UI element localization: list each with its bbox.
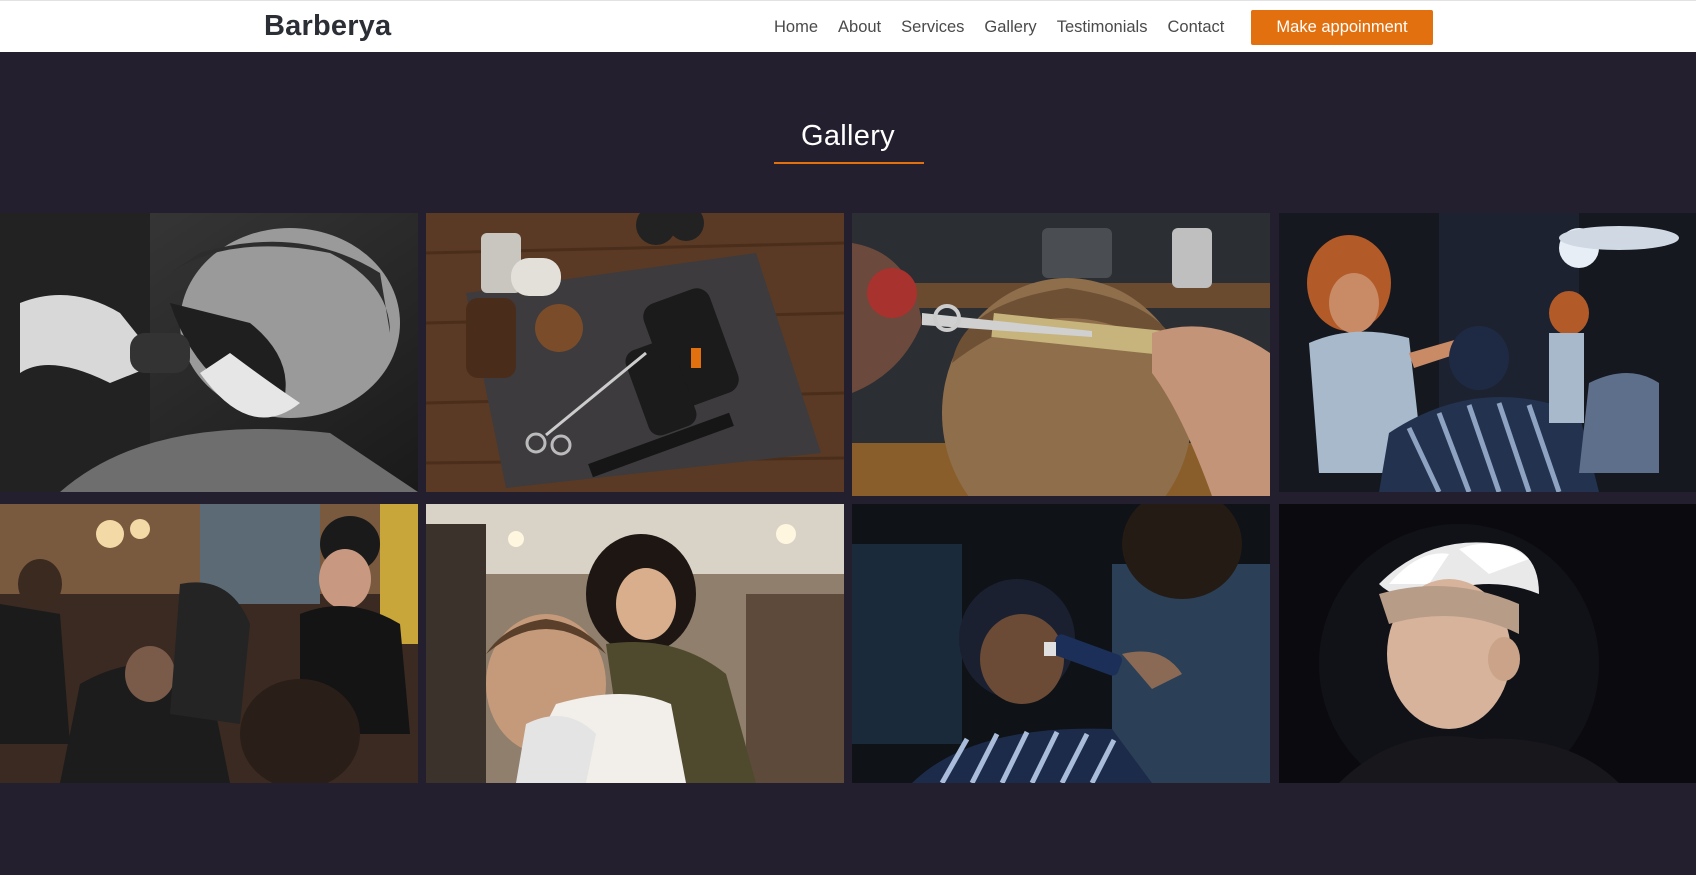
woman-barber-photo[interactable] xyxy=(426,504,844,783)
nav-gallery-link[interactable]: Gallery xyxy=(984,18,1036,36)
nav-home-link[interactable]: Home xyxy=(774,18,818,36)
barber-tools-photo[interactable] xyxy=(426,213,844,492)
nav-contact-link[interactable]: Contact xyxy=(1167,18,1224,36)
nav-menu: Home About Services Gallery Testimonials… xyxy=(774,18,1244,37)
nav-services-link[interactable]: Services xyxy=(901,18,964,36)
title-underline xyxy=(774,162,924,164)
beard-shaving-photo[interactable] xyxy=(0,213,418,492)
barbershop-interior-photo[interactable] xyxy=(0,504,418,783)
make-appointment-button[interactable]: Make appoinment xyxy=(1251,10,1433,45)
barber-cutting-hair-photo[interactable] xyxy=(1279,213,1696,492)
nav-testimonials-link[interactable]: Testimonials xyxy=(1057,18,1148,36)
hair-clipper-photo[interactable] xyxy=(852,504,1270,783)
brand-logo[interactable]: Barberya xyxy=(264,10,391,43)
haircut-scissors-comb-photo[interactable] xyxy=(852,213,1270,496)
nav-about-link[interactable]: About xyxy=(838,18,881,36)
navbar: Barberya Home About Services Gallery Tes… xyxy=(0,0,1696,52)
gallery-title: Gallery xyxy=(801,120,895,152)
platinum-hairstyle-photo[interactable] xyxy=(1279,504,1696,783)
